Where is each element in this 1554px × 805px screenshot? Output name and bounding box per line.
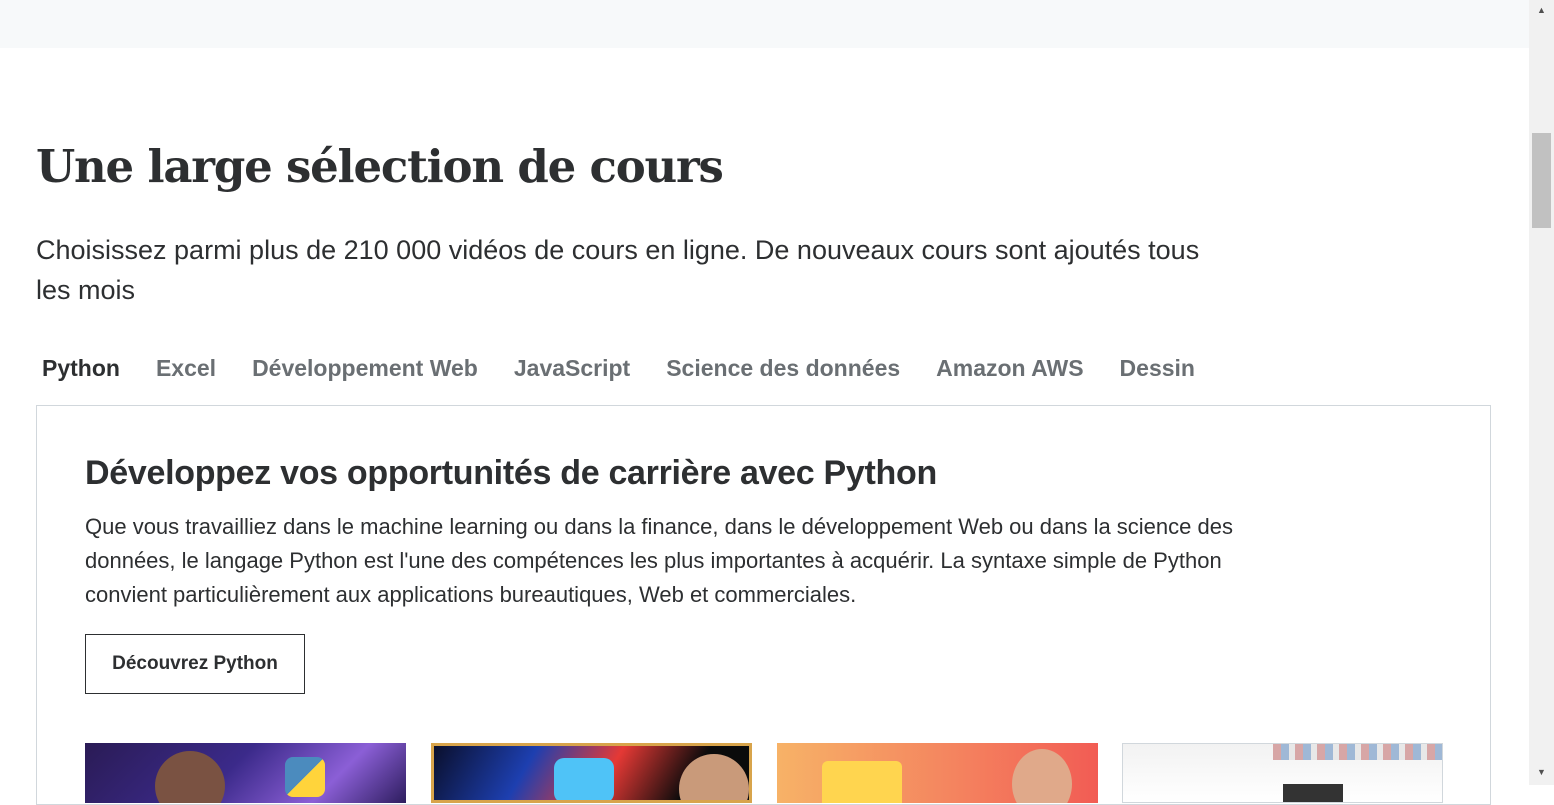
scrollbar-thumb[interactable]	[1532, 133, 1551, 228]
course-card-thumbnail[interactable]	[431, 743, 752, 803]
tab-python[interactable]: Python	[36, 350, 138, 386]
scroll-up-arrow-icon[interactable]: ▲	[1529, 2, 1554, 19]
tab-amazon-aws[interactable]: Amazon AWS	[918, 350, 1101, 386]
monitor-image	[1283, 784, 1343, 802]
explore-python-button[interactable]: Découvrez Python	[85, 634, 305, 694]
tab-javascript[interactable]: JavaScript	[496, 350, 648, 386]
tab-data-science[interactable]: Science des données	[648, 350, 918, 386]
course-card-thumbnail[interactable]	[85, 743, 406, 803]
tab-web-development[interactable]: Développement Web	[234, 350, 496, 386]
section-subtitle: Choisissez parmi plus de 210 000 vidéos …	[36, 235, 1200, 305]
course-card-thumbnail[interactable]	[777, 743, 1098, 803]
bookshelf-image	[1273, 744, 1442, 760]
python-logo-icon	[554, 758, 614, 800]
course-card-thumbnail[interactable]	[1122, 743, 1443, 803]
trophy-icon	[822, 761, 902, 803]
section-title: Une large sélection de cours	[36, 140, 724, 193]
tab-excel[interactable]: Excel	[138, 350, 234, 386]
instructor-photo	[155, 751, 225, 803]
scroll-down-arrow-icon[interactable]: ▼	[1529, 764, 1554, 781]
panel-description: Que vous travailliez dans le machine lea…	[85, 514, 1233, 607]
vertical-scrollbar[interactable]: ▲ ▼	[1529, 0, 1554, 785]
instructor-photo	[1012, 749, 1072, 803]
instructor-photo	[679, 754, 749, 800]
tab-drawing[interactable]: Dessin	[1102, 350, 1213, 386]
category-tabs: Python Excel Développement Web JavaScrip…	[36, 350, 1213, 386]
topic-panel: Développez vos opportunités de carrière …	[36, 405, 1491, 805]
python-logo-icon	[285, 757, 325, 797]
panel-title: Développez vos opportunités de carrière …	[85, 454, 937, 492]
top-bar	[0, 0, 1529, 48]
